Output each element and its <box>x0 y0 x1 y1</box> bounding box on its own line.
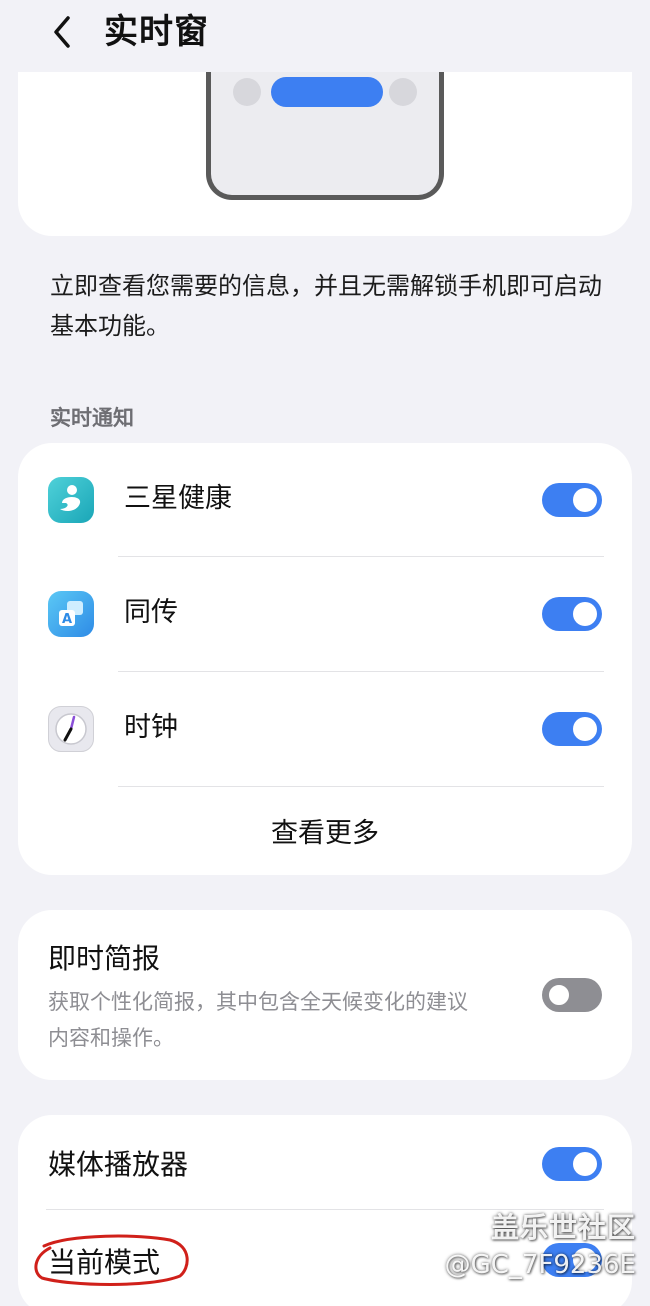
briefing-subtitle: 获取个性化简报，其中包含全天候变化的建议内容和操作。 <box>48 990 468 1050</box>
list-item-samsung-health[interactable]: 三星健康 <box>18 443 632 557</box>
briefing-title: 即时简报 <box>48 942 161 975</box>
preview-card <box>18 60 632 236</box>
list-item-label: 同传 <box>124 597 178 628</box>
media-player-toggle[interactable] <box>542 1147 602 1181</box>
preview-dot-left <box>233 78 261 106</box>
samsung-health-icon <box>48 477 94 523</box>
list-item-clock[interactable]: 时钟 <box>18 672 632 786</box>
interpreter-icon: A <box>48 591 94 637</box>
media-player-label[interactable]: 媒体播放器 <box>48 1145 188 1185</box>
instant-briefing-card[interactable]: 即时简报 获取个性化简报，其中包含全天候变化的建议内容和操作。 <box>18 910 632 1080</box>
preview-dot-right <box>389 78 417 106</box>
list-item-label: 时钟 <box>124 712 178 743</box>
preview-live-pill <box>271 77 383 107</box>
phone-preview-illustration <box>206 60 444 200</box>
chevron-left-icon <box>54 16 70 48</box>
feature-description: 立即查看您需要的信息，并且无需解锁手机即可启动基本功能。 <box>50 272 602 340</box>
list-item-label: 三星健康 <box>124 483 232 514</box>
page-title: 实时窗 <box>104 12 209 52</box>
live-notifications-card: 三星健康 A 同传 时钟 查看更多 <box>18 443 632 875</box>
samsung-health-toggle[interactable] <box>542 483 602 517</box>
list-item-interpreter[interactable]: A 同传 <box>18 557 632 671</box>
watermark-community: 盖乐世社区 <box>490 1211 636 1244</box>
top-app-bar: 实时窗 <box>0 0 650 72</box>
red-underline-annotation <box>34 1234 189 1286</box>
briefing-toggle[interactable] <box>542 978 602 1012</box>
interpreter-toggle[interactable] <box>542 597 602 631</box>
clock-toggle[interactable] <box>542 712 602 746</box>
back-button[interactable] <box>40 10 84 54</box>
svg-text:A: A <box>62 612 72 627</box>
watermark-user-id: @GC_7F9236E <box>444 1250 636 1280</box>
see-more-button[interactable]: 查看更多 <box>18 787 632 873</box>
section-label-live-notifications: 实时通知 <box>50 406 134 430</box>
clock-icon <box>48 706 94 752</box>
